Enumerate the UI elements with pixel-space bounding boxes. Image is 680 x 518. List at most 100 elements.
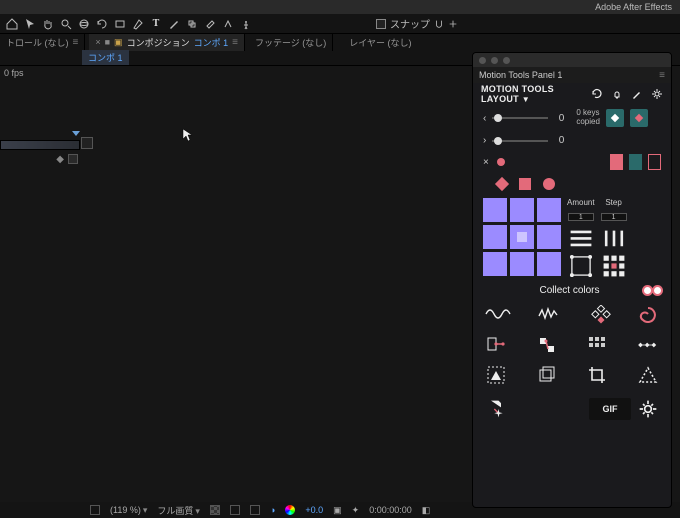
shape-circle[interactable] [543, 178, 555, 190]
label-color-icon[interactable]: ◆ [56, 154, 64, 165]
shy-icon[interactable] [68, 154, 78, 164]
refresh-icon[interactable] [591, 88, 603, 100]
panel-menu-icon[interactable] [232, 37, 238, 48]
collect-colors-button[interactable]: Collect colors [539, 285, 599, 296]
anchor-r[interactable] [537, 225, 561, 249]
mt-window-titlebar[interactable] [473, 53, 671, 67]
anchor-b[interactable] [510, 252, 534, 276]
panel-tab-footage[interactable]: フッテージ (なし) [249, 34, 333, 51]
edit-icon[interactable] [631, 88, 643, 100]
blend-slider[interactable] [495, 161, 551, 163]
ease-out-slider[interactable] [492, 140, 548, 142]
parent-chain-icon[interactable] [536, 334, 558, 356]
chevron-right-icon[interactable]: › [483, 135, 486, 146]
key-paste-button[interactable] [630, 109, 648, 127]
rect-tool-icon[interactable] [112, 16, 128, 32]
marquee-a-icon[interactable] [485, 364, 507, 386]
resolution-dropdown[interactable]: フル画質 [157, 504, 200, 517]
key-copy-button[interactable] [606, 109, 624, 127]
wiggle-rough-icon[interactable] [538, 306, 566, 325]
gear-icon[interactable] [651, 88, 663, 100]
gif-export-button[interactable]: GIF [589, 398, 631, 420]
favorite-page-icon[interactable] [485, 398, 507, 420]
mask-toggle-icon[interactable] [90, 505, 100, 515]
traffic-close-icon[interactable] [479, 57, 486, 64]
anchor-tr[interactable] [537, 198, 561, 222]
panel-tab-effect-controls[interactable]: トロール (なし) [0, 34, 85, 51]
region-icon[interactable] [250, 505, 260, 515]
timecode[interactable]: 0:00:00:00 [369, 505, 412, 515]
exposure-value[interactable]: +0.0 [305, 505, 323, 515]
twirl-icon[interactable] [72, 131, 80, 136]
panel-menu-icon[interactable] [73, 37, 79, 48]
panel-tab-composition[interactable]: × ■ ▣ コンポジション コンポ 1 [89, 34, 245, 51]
anchor-bl[interactable] [483, 252, 507, 276]
keyframe-chain-icon[interactable] [637, 334, 659, 356]
checkbox-icon[interactable] [376, 19, 386, 29]
puppet-tool-icon[interactable] [238, 16, 254, 32]
gif-settings-icon[interactable] [637, 398, 659, 420]
triangle-warning-icon[interactable] [637, 364, 659, 386]
roto-tool-icon[interactable] [220, 16, 236, 32]
shape-diamond[interactable] [495, 177, 509, 191]
zoom-level[interactable]: (119 %) [110, 505, 147, 516]
hand-tool-icon[interactable] [40, 16, 56, 32]
comp-tab[interactable]: コンポ 1 [82, 50, 129, 65]
panel-tab-layer[interactable]: レイヤー (なし) [343, 34, 417, 51]
mt-panel-menu-icon[interactable] [659, 70, 665, 81]
sequence-layers-icon[interactable] [485, 334, 507, 356]
text-tool-icon[interactable]: T [148, 16, 164, 32]
snap-options-icon[interactable] [448, 19, 458, 29]
brush-tool-icon[interactable] [166, 16, 182, 32]
align-v-icon[interactable] [601, 227, 627, 249]
shape-square[interactable] [519, 178, 531, 190]
ease-in-slider[interactable] [492, 117, 548, 119]
snapshot-icon[interactable]: ▣ [333, 505, 342, 516]
transparency-grid-icon[interactable] [210, 505, 220, 515]
grid-dots-icon[interactable] [601, 255, 627, 277]
anchor-t[interactable] [510, 198, 534, 222]
swatch-outline[interactable] [648, 154, 661, 170]
comp-name-link[interactable]: コンポ 1 [194, 36, 229, 49]
traffic-max-icon[interactable] [503, 57, 510, 64]
lock-icon[interactable]: ■ [105, 37, 110, 47]
rotate-tool-icon[interactable] [94, 16, 110, 32]
orbit-tool-icon[interactable] [76, 16, 92, 32]
crop-icon[interactable] [586, 364, 608, 386]
anchor-br[interactable] [537, 252, 561, 276]
camera-icon[interactable]: ✦ [352, 505, 360, 516]
anchor-tl[interactable] [483, 198, 507, 222]
swatch-fill[interactable] [610, 154, 623, 170]
home-icon[interactable] [4, 16, 20, 32]
zoom-tool-icon[interactable] [58, 16, 74, 32]
wiggle-smooth-icon[interactable] [485, 306, 513, 325]
bounds-icon[interactable] [568, 255, 594, 277]
pen-tool-icon[interactable] [130, 16, 146, 32]
bell-icon[interactable] [611, 88, 623, 100]
mask-visibility-icon[interactable] [230, 505, 240, 515]
swatch-teal[interactable] [629, 154, 642, 170]
traffic-min-icon[interactable] [491, 57, 498, 64]
layer-stack-icon[interactable] [536, 364, 558, 386]
eyedropper-pair-icon[interactable] [644, 287, 661, 294]
color-mgmt-icon[interactable] [285, 505, 295, 515]
take-snapshot-icon[interactable]: ◧ [422, 505, 431, 516]
snap-toggle[interactable]: スナップ [376, 16, 458, 31]
anchor-l[interactable] [483, 225, 507, 249]
eraser-tool-icon[interactable] [202, 16, 218, 32]
anchor-c[interactable] [510, 225, 534, 249]
channel-icon[interactable]: ◑ [270, 505, 275, 515]
chevron-down-icon[interactable]: ▼ [522, 95, 530, 104]
spiral-icon[interactable] [637, 304, 659, 326]
grid-tool-icon[interactable] [586, 334, 608, 356]
selection-tool-icon[interactable] [22, 16, 38, 32]
chevron-left-icon[interactable]: ‹ [483, 113, 486, 124]
close-icon[interactable]: × [95, 37, 100, 47]
key-diamonds-icon[interactable] [590, 304, 612, 326]
close-icon[interactable]: × [483, 157, 489, 168]
clone-tool-icon[interactable] [184, 16, 200, 32]
align-h-icon[interactable] [568, 227, 594, 249]
anchor-grid[interactable] [483, 198, 561, 276]
mt-panel-tab[interactable]: Motion Tools Panel 1 [473, 67, 671, 83]
step-input[interactable]: 1 [601, 213, 627, 221]
